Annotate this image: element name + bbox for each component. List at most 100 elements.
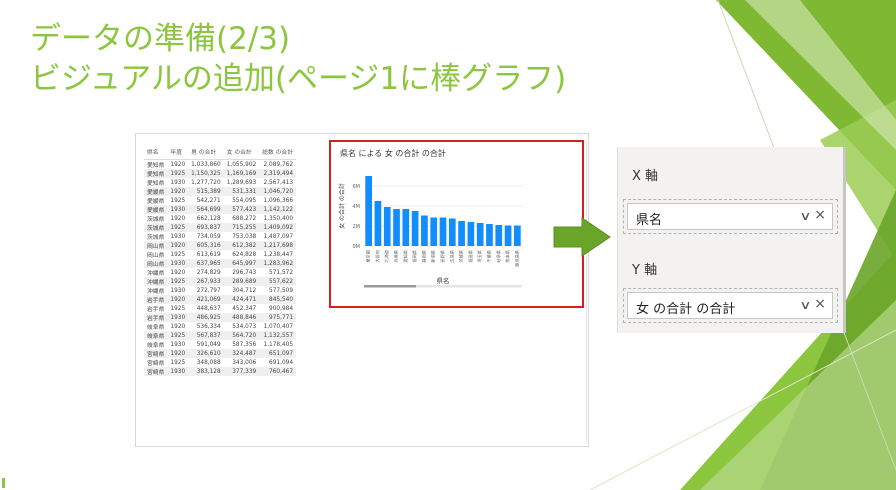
table-cell: 693,837 xyxy=(188,223,224,232)
data-table[interactable]: 県名 年度男 の合計女 の合計 総数 の合計 愛知県 1920 1,033,860 1,0… xyxy=(144,146,297,376)
chart-bar[interactable] xyxy=(374,201,382,246)
table-row[interactable]: 沖縄県 1920 274,829 296,743 571,572 xyxy=(144,268,296,278)
table-row[interactable]: 岡山県 1920 605,316 612,382 1,217,698 xyxy=(144,241,297,250)
chart-bar[interactable] xyxy=(393,209,400,246)
y-axis-well[interactable]: 女 の合計 の合計 ∨ × xyxy=(623,288,838,323)
table-cell: 605,316 xyxy=(188,241,224,250)
table-cell: 1,055,902 xyxy=(226,161,257,168)
x-axis-label: 県名 xyxy=(437,276,450,285)
chevron-down-icon[interactable]: ∨ xyxy=(799,298,811,312)
table-row[interactable]: 愛媛県 1930 564,699 577,423 1,142,122 xyxy=(144,205,297,214)
x-axis-well[interactable]: 県名 ∨ × xyxy=(623,199,838,234)
chart-bar[interactable] xyxy=(421,215,428,247)
table-cell: 茨城県 xyxy=(144,223,168,232)
x-axis-field-pill[interactable]: 県名 ∨ × xyxy=(627,203,833,230)
table-cell: 424,471 xyxy=(223,295,260,304)
table-cell: 1920 xyxy=(170,215,186,222)
close-icon[interactable]: × xyxy=(814,296,826,312)
table-cell: 1930 xyxy=(167,259,189,268)
table-cell: 1930 xyxy=(170,341,186,348)
chart-bar[interactable] xyxy=(495,225,503,246)
chart-bar[interactable] xyxy=(402,209,410,246)
table-row[interactable]: 岡山県 1930 637,965 645,997 1,283,962 xyxy=(144,259,297,268)
table-cell: 534,073 xyxy=(232,323,257,330)
table-cell: 760,467 xyxy=(259,367,297,376)
close-icon[interactable]: × xyxy=(814,207,826,223)
table-cell: 1925 xyxy=(170,251,186,258)
chart-bar[interactable] xyxy=(430,217,438,247)
right-arrow-icon xyxy=(553,217,611,257)
chart-bar[interactable] xyxy=(439,217,447,247)
x-tick-label: 新潟県 xyxy=(430,250,437,263)
chart-bar[interactable] xyxy=(365,176,372,246)
table-row[interactable]: 宮崎県 1925 348,088 343,006 691,094 xyxy=(144,358,296,368)
table-cell: 茨城県 xyxy=(147,217,165,223)
table-row[interactable]: 茨城県 1920 662,128 688,272 1,350,400 xyxy=(144,214,296,224)
x-axis-field-label: 県名 xyxy=(636,213,663,228)
table-cell: 1930 xyxy=(170,233,186,240)
chart-scrollbar-thumb[interactable] xyxy=(364,285,416,288)
table-header-cell[interactable]: 年度 xyxy=(167,146,189,160)
chart-bar[interactable] xyxy=(514,225,521,247)
table-header-cell[interactable]: 総数 の合計 xyxy=(259,146,297,160)
table-row[interactable]: 岐阜県 1920 536,334 534,073 1,070,407 xyxy=(144,322,296,332)
table-row[interactable]: 茨城県 1925 693,837 715,255 1,409,092 xyxy=(144,223,297,232)
table-cell: 1930 xyxy=(167,313,189,322)
chart-bar[interactable] xyxy=(486,224,493,246)
table-row[interactable]: 岩手県 1930 486,925 488,846 975,771 xyxy=(144,313,297,322)
table-header-cell[interactable]: 女 の合計 xyxy=(223,146,260,160)
table-cell: 267,933 xyxy=(188,277,224,286)
chart-bar[interactable] xyxy=(411,211,419,246)
table-row[interactable]: 沖縄県 1930 272,797 304,712 577,509 xyxy=(144,286,296,296)
table-row[interactable]: 岩手県 1925 448,637 452,347 900,984 xyxy=(144,304,296,314)
chart-bar[interactable] xyxy=(504,225,512,247)
bar-chart-visual[interactable]: 県名 による 女 の合計 の合計 0M 2M 4M 6M 東京都 大阪府 北海道 兵庫県 愛知県… xyxy=(329,140,584,308)
table-cell: 486,925 xyxy=(188,313,224,322)
x-axis-title: X 軸 xyxy=(632,169,659,184)
table-row[interactable]: 岡山県 1925 613,619 624,828 1,238,447 xyxy=(144,250,296,260)
table-row[interactable]: 岐阜県 1925 567,837 564,720 1,132,557 xyxy=(144,331,297,340)
table-cell: 岡山県 xyxy=(147,253,165,259)
table-row[interactable]: 愛媛県 1920 515,389 531,331 1,046,720 xyxy=(144,187,297,196)
table-header-cell[interactable]: 県名 xyxy=(144,146,168,160)
chart-svg: 0M 2M 4M 6M 東京都 大阪府 北海道 兵庫県 愛知県 福岡県 静岡県 新潟県 長野県 広島県 茨城… xyxy=(338,176,522,288)
table-cell: 567,837 xyxy=(188,331,224,340)
table-cell: 宮崎県 xyxy=(144,367,168,376)
chart-bar[interactable] xyxy=(476,223,484,246)
table-cell: 1,169,169 xyxy=(223,169,260,178)
table-cell: 691,094 xyxy=(269,359,294,366)
table-cell: 542,271 xyxy=(196,197,221,204)
table-cell: 1,217,698 xyxy=(259,241,297,250)
table-cell: 1,289,693 xyxy=(226,179,257,186)
table-cell: 488,846 xyxy=(223,313,260,322)
x-tick-label: 福岡県 xyxy=(411,250,418,263)
table-cell: 茨城県 xyxy=(147,235,165,241)
table-row[interactable]: 宮崎県 1930 383,128 377,339 760,467 xyxy=(144,367,297,376)
table-cell: 岩手県 xyxy=(144,313,168,322)
table-header-cell[interactable]: 男 の合計 xyxy=(188,146,224,160)
chevron-down-icon[interactable]: ∨ xyxy=(799,209,811,223)
chart-bar[interactable] xyxy=(467,222,475,246)
table-row[interactable]: 宮崎県 1920 326,610 324,487 651,097 xyxy=(144,349,297,358)
table-row[interactable]: 愛知県 1920 1,033,860 1,055,902 2,089,762 xyxy=(144,160,296,170)
table-cell: 577,423 xyxy=(223,205,260,214)
chart-bar[interactable] xyxy=(383,207,391,246)
table-row[interactable]: 岩手県 1920 421,069 424,471 845,540 xyxy=(144,295,297,304)
table-row[interactable]: 岐阜県 1930 591,049 587,356 1,178,405 xyxy=(144,340,296,350)
y-axis-field-pill[interactable]: 女 の合計 の合計 ∨ × xyxy=(627,292,833,319)
table-row[interactable]: 沖縄県 1925 267,933 289,689 557,622 xyxy=(144,277,297,286)
table-cell: 564,720 xyxy=(223,331,260,340)
table-cell: 564,699 xyxy=(188,205,224,214)
pane-scrollbar[interactable] xyxy=(843,147,846,333)
table-row[interactable]: 愛知県 1930 1,277,720 1,289,693 2,567,413 xyxy=(144,178,296,188)
table-cell: 1930 xyxy=(170,179,186,186)
table-cell: 1925 xyxy=(167,331,189,340)
table-row[interactable]: 愛知県 1925 1,150,325 1,169,169 2,319,494 xyxy=(144,169,297,178)
x-tick-label: 岐阜県 xyxy=(495,250,502,263)
table-row[interactable]: 茨城県 1930 734,059 753,038 1,487,097 xyxy=(144,232,296,242)
table-row[interactable]: 愛媛県 1925 542,271 554,095 1,096,366 xyxy=(144,196,296,206)
chart-bar[interactable] xyxy=(448,218,456,247)
chart-bar[interactable] xyxy=(458,221,465,246)
table-cell: 1,277,720 xyxy=(191,179,221,186)
y-axis-title: Y 軸 xyxy=(632,263,658,278)
